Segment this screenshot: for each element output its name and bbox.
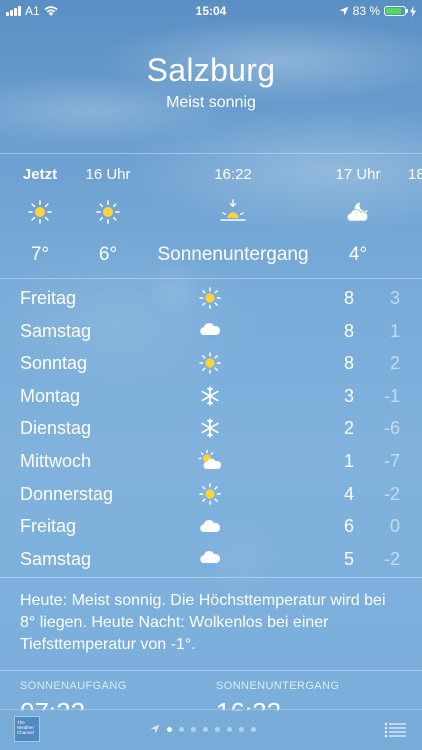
day-name: Dienstag xyxy=(20,418,92,439)
hourly-forecast[interactable]: Jetzt 7° 16 Uhr 6° 16:22 Sonnenuntergang… xyxy=(0,153,422,279)
day-high: 8 xyxy=(343,320,354,341)
day-name: Samstag xyxy=(20,320,92,341)
moon-cloud-icon xyxy=(346,202,369,222)
daily-row: Mittwoch 1 -7 xyxy=(0,445,422,478)
page-dot[interactable] xyxy=(179,726,184,732)
sun-icon xyxy=(96,200,120,224)
day-high: 1 xyxy=(343,450,354,471)
weather-channel-logo[interactable]: The Weather Channel xyxy=(14,716,40,742)
day-low: 1 xyxy=(389,320,400,341)
daily-row: Freitag 8 3 xyxy=(0,282,422,315)
day-name: Montag xyxy=(20,385,81,406)
hour-item: 16:22 Sonnenuntergang xyxy=(150,154,316,278)
hour-label: 16:22 xyxy=(214,166,252,183)
page-dot[interactable] xyxy=(239,726,244,732)
day-low: -7 xyxy=(383,450,400,471)
day-low: -6 xyxy=(383,418,400,439)
divider xyxy=(0,577,422,578)
page-dot[interactable] xyxy=(167,726,172,732)
daily-row: Sonntag 8 2 xyxy=(0,347,422,380)
day-low: 2 xyxy=(389,353,400,374)
forecast-summary: Heute: Meist sonnig. Die Höchsttemperatu… xyxy=(20,592,386,653)
status-bar: A1 15:04 83 % xyxy=(0,0,422,22)
day-low: -2 xyxy=(383,483,400,504)
city-name: Salzburg xyxy=(146,52,276,88)
day-high: 8 xyxy=(343,353,354,374)
day-name: Freitag xyxy=(20,288,77,308)
page-dot[interactable] xyxy=(227,726,232,732)
daily-row: Samstag 8 1 xyxy=(0,315,422,348)
daily-forecast[interactable]: Freitag 8 3 Samstag 8 1 Sonntag 8 2 Mont… xyxy=(0,282,422,575)
sunset-icon xyxy=(220,199,246,221)
snowflake-icon xyxy=(201,385,219,406)
page-dot[interactable] xyxy=(191,726,196,732)
day-low: 3 xyxy=(389,288,400,308)
daily-row: Freitag 6 0 xyxy=(0,510,422,543)
sunrise-label: SONNENAUFGANG xyxy=(20,680,127,692)
hour-label: 18 xyxy=(408,166,422,183)
day-low: -2 xyxy=(383,548,400,569)
charging-bolt-icon xyxy=(410,5,416,17)
day-high: 8 xyxy=(343,288,354,308)
day-low: 0 xyxy=(389,516,400,537)
hour-item: 18 xyxy=(400,154,422,278)
day-high: 3 xyxy=(343,385,354,406)
rain-cloud-icon xyxy=(200,322,221,340)
page-dot[interactable] xyxy=(203,726,208,732)
day-high: 2 xyxy=(343,418,354,439)
daily-row: Montag 3 -1 xyxy=(0,380,422,413)
location-arrow-icon xyxy=(339,6,349,16)
daily-row: Donnerstag 4 -2 xyxy=(0,478,422,511)
hour-temp: 6° xyxy=(98,244,118,265)
hour-item: 16 Uhr 6° xyxy=(76,154,140,278)
city-list-icon[interactable] xyxy=(384,722,406,738)
hour-label: 16 Uhr xyxy=(85,166,131,183)
current-condition: Meist sonnig xyxy=(166,94,256,111)
battery-percent: 83 % xyxy=(352,4,380,18)
sun-icon xyxy=(199,287,221,309)
sun-icon xyxy=(199,352,221,374)
day-high: 6 xyxy=(343,516,354,537)
battery-level xyxy=(386,8,401,14)
sunset-label: SONNENUNTERGANG xyxy=(216,680,340,692)
location-page-icon xyxy=(150,724,160,734)
sun-icon xyxy=(199,482,221,505)
rain-cloud-icon xyxy=(200,550,221,569)
day-low: -1 xyxy=(383,385,400,406)
hour-temp: 4° xyxy=(348,244,368,265)
day-name: Freitag xyxy=(20,516,77,537)
daily-row: Dienstag 2 -6 xyxy=(0,412,422,445)
partly-sunny-icon xyxy=(198,449,222,469)
page-dot[interactable] xyxy=(215,726,220,732)
bottom-toolbar: The Weather Channel xyxy=(0,709,422,750)
day-name: Samstag xyxy=(20,548,92,569)
hour-label: 17 Uhr xyxy=(335,166,381,183)
daily-row: Samstag 5 -2 xyxy=(0,543,422,576)
divider xyxy=(0,670,422,671)
hour-temp: 7° xyxy=(30,244,50,265)
hour-item: Jetzt 7° xyxy=(8,154,72,278)
day-high: 4 xyxy=(343,483,354,504)
battery-icon xyxy=(384,6,408,16)
status-right: 83 % xyxy=(339,4,416,18)
page-indicator[interactable] xyxy=(150,724,256,734)
cloud-icon xyxy=(200,520,221,533)
day-name: Sonntag xyxy=(20,353,88,374)
page-dot[interactable] xyxy=(251,726,256,732)
hour-temp: Sonnenuntergang xyxy=(157,244,309,265)
day-name: Mittwoch xyxy=(20,450,92,471)
hour-item: 17 Uhr 4° xyxy=(326,154,390,278)
snowflake-icon xyxy=(201,418,219,439)
sun-icon xyxy=(28,200,52,224)
day-name: Donnerstag xyxy=(20,483,114,504)
day-high: 5 xyxy=(343,548,354,569)
hour-label: Jetzt xyxy=(22,166,58,183)
